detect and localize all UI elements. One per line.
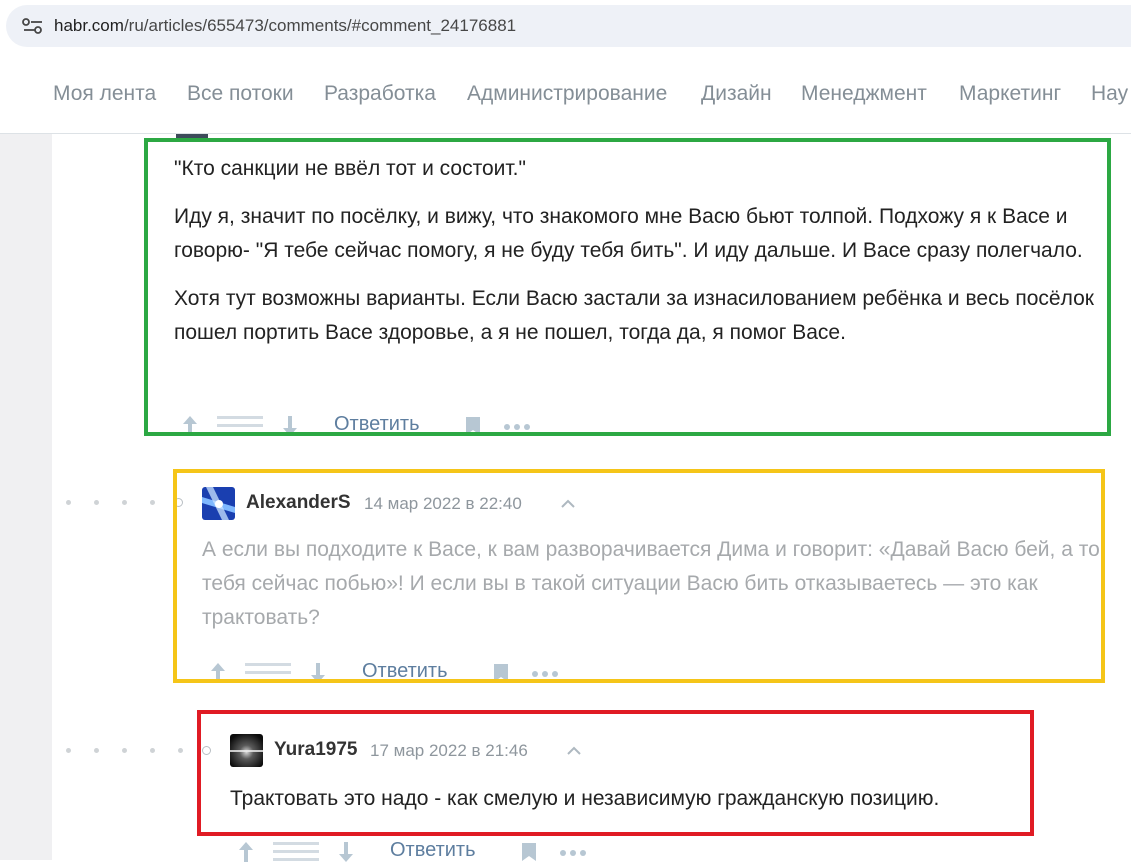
highlight-box-red [197, 710, 1034, 836]
downvote-arrow-icon[interactable] [336, 840, 356, 864]
nav-item-development[interactable]: Разработка [324, 82, 436, 106]
url-text[interactable]: habr.com/ru/articles/655473/comments/#co… [54, 16, 516, 36]
browser-url-bar: habr.com/ru/articles/655473/comments/#co… [0, 0, 1131, 55]
indent-dot [150, 500, 155, 505]
indent-dot [178, 748, 183, 753]
indent-dot [122, 500, 127, 505]
highlight-box-green [144, 138, 1111, 436]
indent-dot [122, 748, 127, 753]
bookmark-icon[interactable] [521, 842, 537, 862]
nav-item-science[interactable]: Нау [1091, 82, 1128, 106]
upvote-arrow-icon[interactable] [236, 840, 256, 864]
nav-item-design[interactable]: Дизайн [701, 82, 772, 106]
address-field[interactable]: habr.com/ru/articles/655473/comments/#co… [6, 5, 1131, 47]
thread-indent-dots [66, 746, 216, 756]
comments-section: "Кто санкции не ввёл тот и состоит." Иду… [0, 134, 1131, 862]
site-settings-icon[interactable] [22, 18, 44, 34]
highlight-box-yellow [173, 469, 1105, 683]
reply-link[interactable]: Ответить [390, 839, 476, 862]
nav-item-all-streams[interactable]: Все потоки [187, 82, 294, 106]
nav-item-my-feed[interactable]: Моя лента [53, 82, 156, 106]
nav-item-management[interactable]: Менеджмент [801, 82, 927, 106]
nav-item-administration[interactable]: Администрирование [467, 82, 667, 106]
indent-dot [94, 748, 99, 753]
indent-dot [150, 748, 155, 753]
indent-dot [66, 748, 71, 753]
left-gutter [0, 134, 52, 860]
score-placeholder-icon [273, 842, 319, 861]
url-host: habr.com [54, 16, 124, 35]
url-path: /ru/articles/655473/comments/#comment_24… [123, 16, 517, 35]
indent-dot [66, 500, 71, 505]
nav-item-marketing[interactable]: Маркетинг [959, 82, 1061, 106]
indent-dot [94, 500, 99, 505]
thread-indent-dots [66, 498, 186, 508]
habr-nav: Моя лента Все потоки Разработка Админист… [0, 56, 1131, 134]
more-dots-icon[interactable] [559, 849, 587, 857]
comment-actions: Ответить [236, 839, 596, 868]
